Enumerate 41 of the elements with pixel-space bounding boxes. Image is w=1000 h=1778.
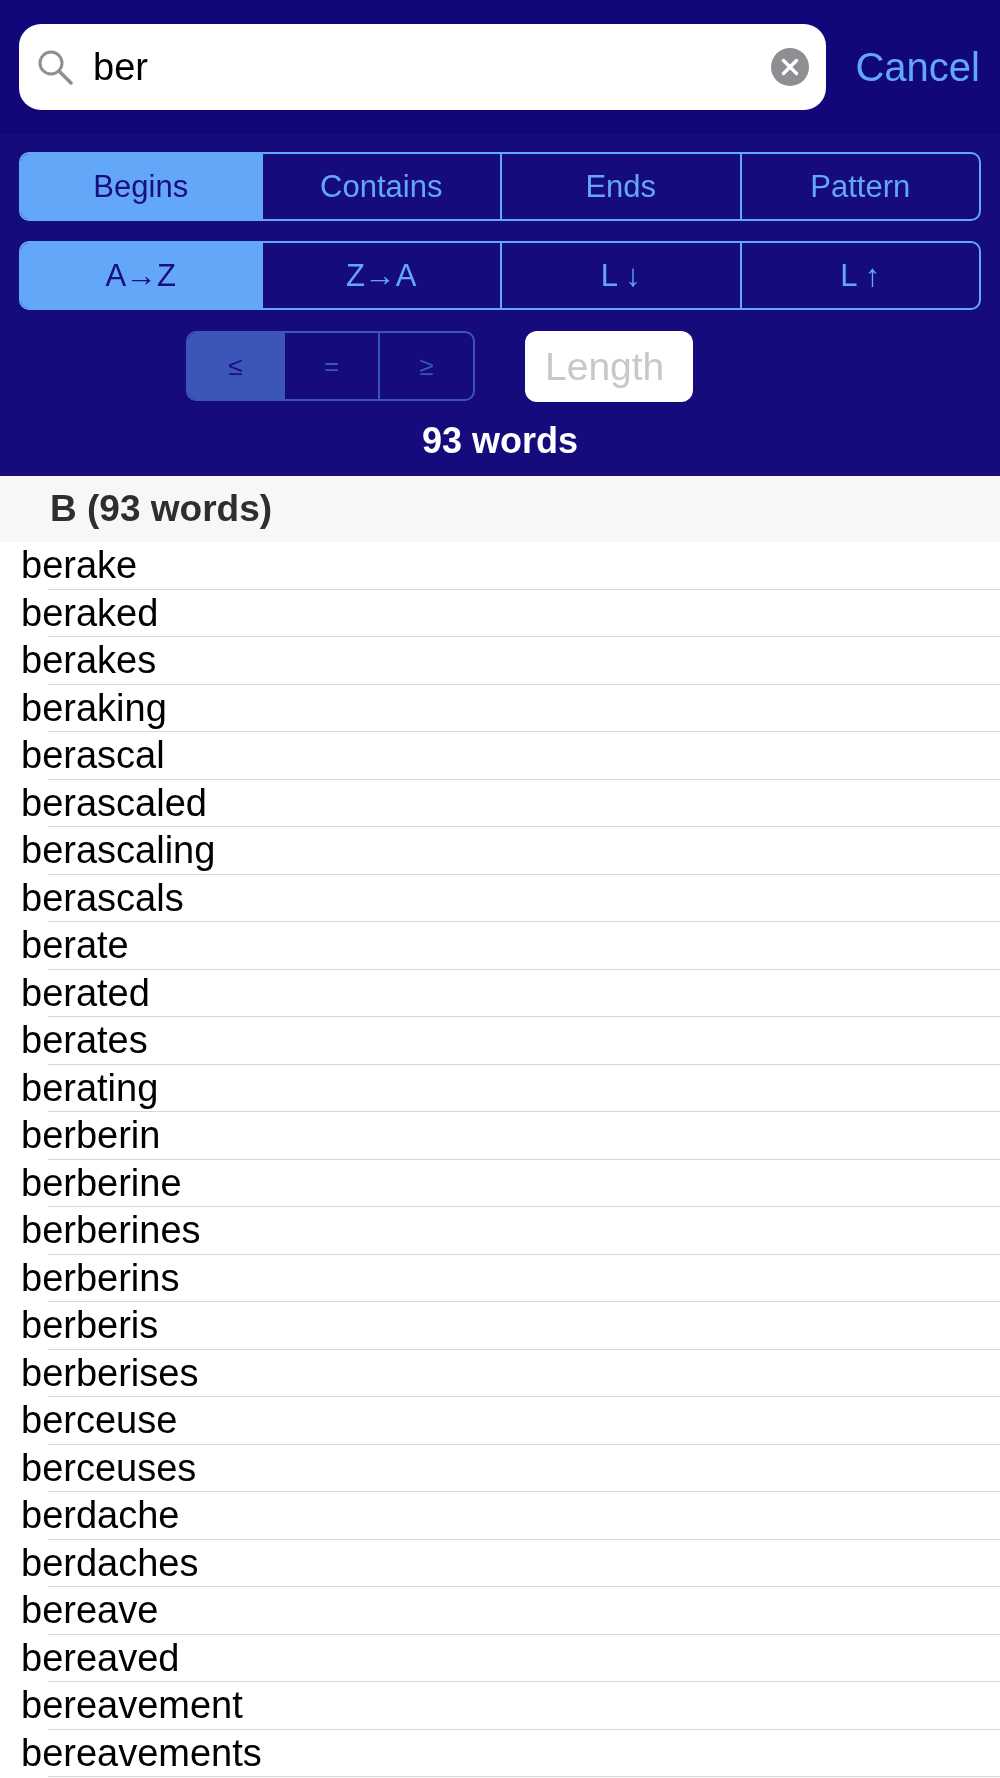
word-row[interactable]: bereavements xyxy=(0,1729,1000,1777)
word-row[interactable]: bereave xyxy=(0,1587,1000,1635)
word-row[interactable]: berascal xyxy=(0,732,1000,780)
sort-order-segment[interactable]: Z→A xyxy=(260,243,500,308)
result-count: 93 words xyxy=(421,420,579,462)
match-mode-segment[interactable]: Ends xyxy=(500,154,740,219)
word-row[interactable]: berascaled xyxy=(0,779,1000,827)
match-mode-segment[interactable]: Pattern xyxy=(739,154,979,219)
section-header: B (93 words) xyxy=(0,476,1000,542)
match-mode-segment[interactable]: Begins xyxy=(21,154,261,219)
word-row[interactable]: bereavement xyxy=(0,1682,1000,1730)
search-icon xyxy=(37,49,73,85)
word-row[interactable]: bereaved xyxy=(0,1634,1000,1682)
cancel-button[interactable]: Cancel xyxy=(855,24,980,110)
word-row[interactable]: berate xyxy=(0,922,1000,970)
search-query-input[interactable]: ber xyxy=(93,42,759,92)
word-row[interactable]: berated xyxy=(0,969,1000,1017)
word-row[interactable]: berascaling xyxy=(0,827,1000,875)
word-row[interactable]: berberin xyxy=(0,1112,1000,1160)
word-row[interactable]: berates xyxy=(0,1017,1000,1065)
sort-order-segment[interactable]: L ↑ xyxy=(739,243,979,308)
word-row[interactable]: berberins xyxy=(0,1254,1000,1302)
word-row[interactable]: berating xyxy=(0,1064,1000,1112)
word-row[interactable]: berberine xyxy=(0,1159,1000,1207)
word-row[interactable]: berascals xyxy=(0,874,1000,922)
word-row[interactable]: berdaches xyxy=(0,1539,1000,1587)
word-row[interactable]: berakes xyxy=(0,637,1000,685)
word-row[interactable]: berceuses xyxy=(0,1444,1000,1492)
word-row[interactable]: berberises xyxy=(0,1349,1000,1397)
match-mode-segment[interactable]: Contains xyxy=(260,154,500,219)
word-row[interactable]: berceuse xyxy=(0,1397,1000,1445)
word-row[interactable]: berdache xyxy=(0,1492,1000,1540)
clear-icon[interactable] xyxy=(771,48,809,86)
word-row[interactable]: beraked xyxy=(0,589,1000,637)
word-row[interactable]: beraking xyxy=(0,684,1000,732)
search-field[interactable]: ber xyxy=(19,24,826,110)
word-row[interactable]: berberines xyxy=(0,1207,1000,1255)
word-row[interactable]: berberis xyxy=(0,1302,1000,1350)
sort-order-segment[interactable]: A→Z xyxy=(21,243,261,308)
sort-order-segment[interactable]: L ↓ xyxy=(500,243,740,308)
word-row[interactable]: berake xyxy=(0,542,1000,590)
